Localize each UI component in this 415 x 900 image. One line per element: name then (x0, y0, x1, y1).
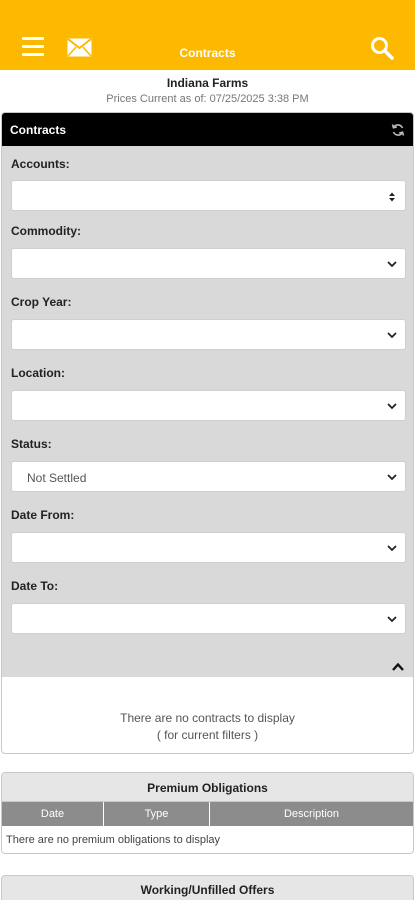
location-label: Location: (11, 366, 65, 380)
no-contracts-subtext: ( for current filters ) (156, 728, 259, 742)
premium-table-header: Date Type Description (2, 802, 413, 826)
search-icon[interactable] (370, 36, 394, 65)
status-label: Status: (11, 437, 52, 451)
premium-obligations-title: Premium Obligations (2, 773, 413, 802)
column-header-date[interactable]: Date (2, 802, 104, 826)
column-header-type[interactable]: Type (104, 802, 210, 826)
refresh-icon[interactable] (391, 123, 405, 140)
commodity-select[interactable] (11, 248, 406, 279)
accounts-label: Accounts: (11, 157, 70, 171)
commodity-label: Commodity: (11, 224, 81, 238)
no-premium-message: There are no premium obligations to disp… (6, 834, 221, 846)
no-contracts-text: There are no contracts to display (120, 711, 295, 725)
column-header-description[interactable]: Description (210, 802, 413, 826)
chevron-down-icon (386, 541, 398, 559)
chevron-up-icon[interactable] (391, 660, 405, 678)
page-title: Contracts (179, 46, 236, 60)
contracts-panel-header: Contracts (2, 113, 413, 146)
date-from-label: Date From: (11, 508, 75, 522)
crop-year-select[interactable] (11, 319, 406, 350)
chevron-down-icon (386, 470, 398, 488)
chevron-down-icon (386, 399, 398, 417)
chevron-down-icon (386, 328, 398, 346)
contracts-panel-title: Contracts (10, 123, 67, 137)
date-from-select[interactable] (11, 532, 406, 563)
status-value: Not Settled (27, 471, 87, 485)
premium-obligations-panel: Premium Obligations Date Type Descriptio… (1, 772, 414, 854)
no-contracts-message: There are no contracts to display ( for … (2, 710, 413, 744)
accounts-select[interactable] (11, 180, 406, 211)
chevron-down-icon (386, 257, 398, 275)
app-header: Contracts (0, 0, 415, 70)
location-select[interactable] (11, 390, 406, 421)
working-offers-title: Working/Unfilled Offers (140, 883, 275, 897)
date-to-label: Date To: (11, 579, 59, 593)
status-select[interactable]: Not Settled (11, 461, 406, 492)
prices-timestamp: Prices Current as of: 07/25/2025 3:38 PM (106, 93, 309, 105)
contracts-panel: Contracts Accounts: Commodity: Crop Year… (1, 112, 414, 754)
contract-filters: Accounts: Commodity: Crop Year: Location… (2, 146, 413, 677)
crop-year-label: Crop Year: (11, 295, 72, 309)
date-to-select[interactable] (11, 603, 406, 634)
working-offers-panel[interactable]: Working/Unfilled Offers (1, 875, 414, 900)
chevron-down-icon (386, 612, 398, 630)
sort-arrows-icon (388, 190, 396, 208)
farm-name: Indiana Farms (166, 76, 249, 90)
